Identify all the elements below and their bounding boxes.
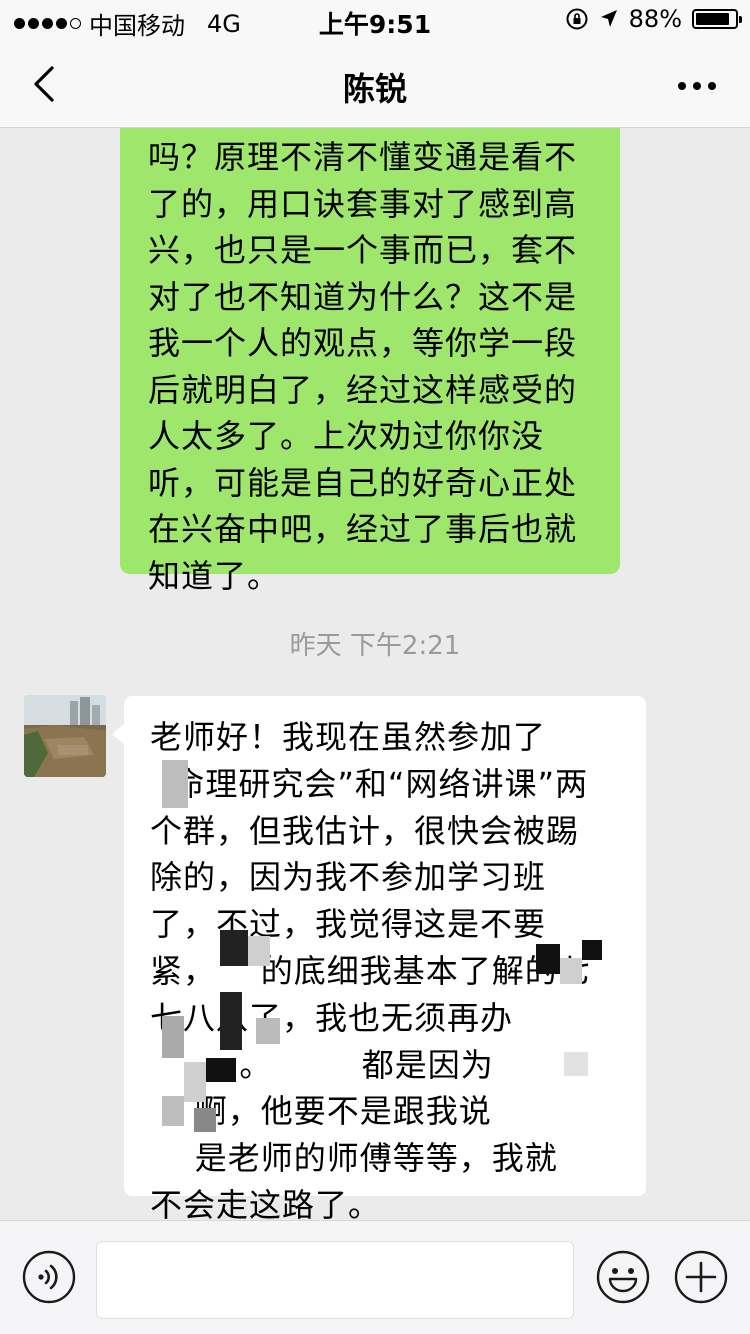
redaction-mosaic	[564, 1052, 588, 1076]
emoji-icon[interactable]	[596, 1250, 650, 1304]
rotation-lock-icon	[566, 8, 588, 30]
redaction-mosaic	[220, 930, 248, 966]
redaction-mosaic	[194, 1108, 216, 1132]
received-message-bubble[interactable]: 老师好！我现在虽然参加了 命理研究会”和“网络讲课”两 个群，但我估计，很快会被…	[112, 696, 646, 1220]
redaction-mosaic	[582, 940, 602, 960]
contact-avatar[interactable]	[24, 695, 106, 777]
redaction-mosaic	[560, 958, 582, 984]
status-bar-right: 88%	[565, 5, 742, 33]
status-bar: 中国移动 4G 上午9:51 88%	[0, 0, 750, 40]
location-icon	[600, 10, 617, 27]
plus-icon[interactable]	[674, 1250, 728, 1304]
redaction-mosaic	[162, 760, 188, 808]
redaction-mosaic	[184, 1062, 206, 1102]
battery-percent: 88%	[628, 5, 682, 33]
redaction-mosaic	[220, 992, 242, 1050]
redaction-mosaic	[162, 1016, 184, 1058]
voice-icon[interactable]	[22, 1250, 76, 1304]
sent-message-bubble[interactable]: 吗？原理不清不懂变通是看不 了的，用口诀套事对了感到高 兴，也只是一个事而已，套…	[120, 128, 620, 595]
message-list[interactable]: 吗？原理不清不懂变通是看不 了的，用口诀套事对了感到高 兴，也只是一个事而已，套…	[0, 128, 750, 1220]
ellipsis-icon[interactable]	[678, 82, 716, 90]
redaction-mosaic	[162, 1096, 184, 1126]
battery-icon	[692, 9, 742, 29]
redaction-mosaic	[248, 936, 270, 966]
message-input[interactable]	[96, 1241, 574, 1319]
sent-message-text: 吗？原理不清不懂变通是看不 了的，用口诀套事对了感到高 兴，也只是一个事而已，套…	[148, 138, 578, 595]
redaction-mosaic	[536, 944, 560, 974]
chat-title: 陈锐	[342, 70, 407, 108]
redaction-mosaic	[256, 1018, 280, 1044]
chat-header: 陈锐	[0, 40, 750, 128]
redaction-mosaic	[206, 1058, 236, 1082]
message-timestamp: 昨天 下午2:21	[289, 631, 461, 661]
message-input-bar	[0, 1220, 750, 1334]
